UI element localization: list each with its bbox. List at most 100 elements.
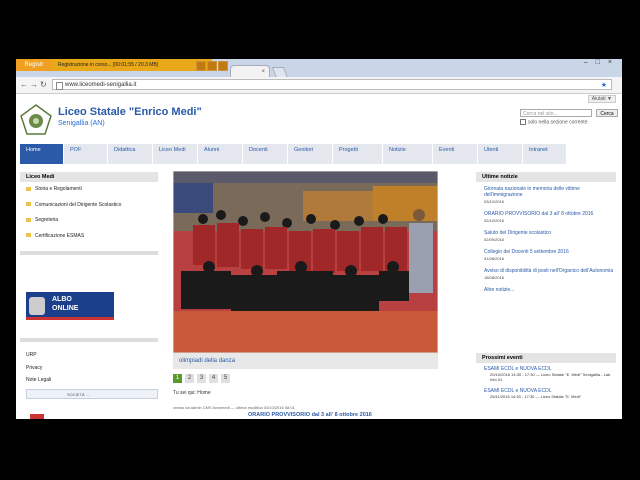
news-title[interactable]: Giornata nazionale in memoria delle vitt… bbox=[484, 186, 616, 198]
pager-page[interactable]: 4 bbox=[209, 374, 218, 383]
news-title[interactable]: Collegio dei Docenti 5 settembre 2016 bbox=[484, 249, 616, 255]
recorder-status: Registrazione in corso... [00:01:55 / 20… bbox=[52, 59, 212, 71]
news-date: 18/08/2016 bbox=[484, 275, 505, 280]
news-heading[interactable]: Ultime notizie bbox=[476, 172, 616, 182]
nav-alunni[interactable]: Alunni bbox=[198, 144, 243, 164]
browser-window: Registr Registrazione in corso... [00:01… bbox=[16, 59, 622, 419]
nav-liceo-medi[interactable]: Liceo Medi bbox=[153, 144, 198, 164]
news-more-link[interactable]: Altre notizie... bbox=[484, 287, 616, 293]
site-title[interactable]: Liceo Statale "Enrico Medi" bbox=[58, 106, 202, 118]
page-icon bbox=[56, 82, 63, 90]
left-divider bbox=[20, 251, 158, 255]
event-info: 25/11/2016 14:30 - 17:30 — Liceo Statale… bbox=[490, 394, 582, 399]
slideshow-caption[interactable]: olimpiadi della danza bbox=[173, 353, 438, 369]
site-subtitle: Senigallia (AN) bbox=[58, 120, 105, 127]
left-menu: Storia e Regolamenti Comunicazioni del D… bbox=[26, 186, 121, 248]
nav-notizie[interactable]: Notizie bbox=[383, 144, 433, 164]
window-controls[interactable]: –□× bbox=[584, 59, 620, 66]
checkbox-icon[interactable] bbox=[520, 119, 526, 125]
albo-online-banner[interactable]: ALBO ONLINE bbox=[26, 292, 114, 320]
news-title[interactable]: ORARIO PROVVISORIO dal 3 all' 8 ottobre … bbox=[484, 211, 616, 217]
search-scope-label: solo nella sezione corrente bbox=[528, 119, 588, 126]
events-list: ESAMI ECDL e NUOVA ECDL 20/10/2016 14:30… bbox=[484, 366, 616, 405]
help-menu[interactable]: Aiutati ▼ bbox=[587, 95, 616, 103]
url-text: www.liceomedi-senigallia.it bbox=[65, 82, 137, 88]
address-bar[interactable]: www.liceomedi-senigallia.it ★ bbox=[52, 79, 612, 90]
pager-page[interactable]: 5 bbox=[221, 374, 230, 383]
news-date: 02/10/2016 bbox=[484, 218, 505, 223]
left-menu-item[interactable]: Certificazione ESMAS bbox=[26, 233, 121, 249]
web-page: Liceo Statale "Enrico Medi" Senigallia (… bbox=[16, 94, 622, 419]
folder-icon bbox=[26, 217, 31, 222]
news-item[interactable]: Saluto del Dirigente scolastico 02/09/20… bbox=[484, 230, 616, 242]
left-menu-item[interactable]: Segreteria bbox=[26, 217, 121, 233]
news-title[interactable]: Avviso di disponibilità di posti nell'Or… bbox=[484, 268, 616, 274]
search-scope-checkbox[interactable]: solo nella sezione corrente bbox=[520, 119, 587, 125]
recorder-close-icon[interactable] bbox=[218, 61, 228, 71]
search-input[interactable]: Cerca nel sito... bbox=[520, 109, 592, 117]
tab-strip: Registr Registrazione in corso... [00:01… bbox=[16, 59, 622, 78]
partner-banner[interactable]: SOCIETÀ ... bbox=[26, 389, 158, 399]
slideshow-image[interactable] bbox=[173, 171, 438, 353]
left-menu-label: Segreteria bbox=[35, 217, 59, 223]
event-info: 20/10/2016 14:30 - 17:30 — Liceo Statale… bbox=[490, 372, 612, 382]
breadcrumb[interactable]: Tu sei qui: Home bbox=[173, 390, 211, 396]
nav-progetti[interactable]: Progetti bbox=[333, 144, 383, 164]
news-item[interactable]: Collegio dei Docenti 5 settembre 2016 31… bbox=[484, 249, 616, 261]
nav-utenti[interactable]: Utenti bbox=[478, 144, 523, 164]
nav-didattica[interactable]: Didattica bbox=[108, 144, 153, 164]
news-title[interactable]: Saluto del Dirigente scolastico bbox=[484, 230, 616, 236]
left-menu-label: Certificazione ESMAS bbox=[35, 232, 85, 239]
nav-home[interactable]: Home bbox=[20, 144, 64, 164]
reload-icon[interactable]: ↻ bbox=[40, 80, 47, 90]
event-item[interactable]: ESAMI ECDL e NUOVA ECDL 20/10/2016 14:30… bbox=[484, 366, 616, 382]
link-urp[interactable]: URP bbox=[26, 352, 69, 365]
bookmark-star-icon[interactable]: ★ bbox=[601, 80, 607, 91]
folder-icon bbox=[26, 186, 31, 191]
recorder-badge: Registr bbox=[16, 59, 52, 71]
forward-icon[interactable]: → bbox=[30, 80, 38, 90]
left-menu-label: Storia e Regolamenti bbox=[35, 186, 82, 192]
folder-icon bbox=[26, 233, 31, 238]
left-menu-label: Comunicazioni del Dirigente Scolastico bbox=[35, 201, 122, 208]
nav-docenti[interactable]: Docenti bbox=[243, 144, 288, 164]
pager-page[interactable]: 2 bbox=[185, 374, 194, 383]
document-byline: creato da admin CMS liceomedi — ultima m… bbox=[173, 405, 295, 410]
left-menu-item[interactable]: Comunicazioni del Dirigente Scolastico bbox=[26, 202, 121, 218]
albo-line-2: ONLINE bbox=[52, 305, 79, 312]
news-date: 02/09/2016 bbox=[484, 237, 505, 242]
news-list: Giornata nazionale in memoria delle vitt… bbox=[484, 186, 616, 293]
albo-text: ALBO ONLINE bbox=[52, 295, 78, 313]
news-item[interactable]: Giornata nazionale in memoria delle vitt… bbox=[484, 186, 616, 204]
pager-page[interactable]: 1 bbox=[173, 374, 182, 383]
news-item[interactable]: ORARIO PROVVISORIO dal 3 all' 8 ottobre … bbox=[484, 211, 616, 223]
pager-page[interactable]: 3 bbox=[197, 374, 206, 383]
albo-stripe bbox=[26, 317, 114, 320]
recorder-stop-icon[interactable] bbox=[207, 61, 217, 71]
search-button[interactable]: Cerca bbox=[596, 109, 618, 117]
nav-intranet[interactable]: Intranet bbox=[523, 144, 567, 164]
browser-tab[interactable]: × bbox=[230, 65, 270, 77]
school-logo-icon[interactable] bbox=[20, 104, 52, 136]
folder-icon bbox=[26, 202, 31, 207]
article-title[interactable]: ORARIO PROVVISORIO dal 3 all' 8 ottobre … bbox=[248, 412, 372, 418]
link-privacy[interactable]: Privacy bbox=[26, 365, 69, 378]
nav-eventi[interactable]: Eventi bbox=[433, 144, 478, 164]
left-menu-item[interactable]: Storia e Regolamenti bbox=[26, 186, 121, 202]
left-divider bbox=[20, 338, 158, 342]
browser-toolbar: ← → ↻ www.liceomedi-senigallia.it ★ bbox=[16, 77, 622, 94]
slideshow-pager: 1 2 3 4 5 bbox=[173, 374, 230, 383]
left-portlet-heading[interactable]: Liceo Medi bbox=[20, 172, 158, 182]
event-item[interactable]: ESAMI ECDL e NUOVA ECDL 25/11/2016 14:30… bbox=[484, 388, 616, 399]
news-date: 31/08/2016 bbox=[484, 256, 505, 261]
news-item[interactable]: Avviso di disponibilità di posti nell'Or… bbox=[484, 268, 616, 280]
events-heading[interactable]: Prossimi eventi bbox=[476, 353, 616, 363]
partner-logo-icon bbox=[30, 414, 44, 419]
albo-line-1: ALBO bbox=[52, 296, 72, 303]
nav-genitori[interactable]: Genitori bbox=[288, 144, 333, 164]
nav-pof[interactable]: POF bbox=[64, 144, 108, 164]
back-icon[interactable]: ← bbox=[20, 80, 28, 90]
recorder-pause-icon[interactable] bbox=[196, 61, 206, 71]
link-note-legali[interactable]: Note Legali bbox=[26, 377, 69, 390]
news-date: 03/10/2016 bbox=[484, 199, 505, 204]
